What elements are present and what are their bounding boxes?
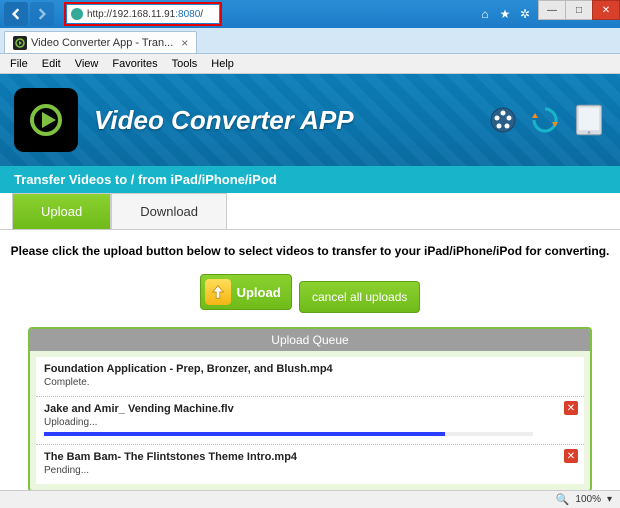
queue-item-status: Uploading... xyxy=(44,417,576,428)
browser-menu-bar: File Edit View Favorites Tools Help xyxy=(0,54,620,74)
browser-tab[interactable]: Video Converter App - Tran... × xyxy=(4,31,197,53)
film-reel-icon xyxy=(488,105,518,135)
queue-item: Jake and Amir_ Vending Machine.flv Upload… xyxy=(36,397,584,445)
menu-help[interactable]: Help xyxy=(205,56,240,72)
address-bar[interactable]: http://192.168.11.91:8080/ xyxy=(67,5,219,23)
menu-favorites[interactable]: Favorites xyxy=(106,56,163,72)
queue-item-name: Foundation Application - Prep, Bronzer, … xyxy=(44,363,576,375)
queue-item-name: Jake and Amir_ Vending Machine.flv xyxy=(44,403,576,415)
browser-tab-row: Video Converter App - Tran... × xyxy=(0,28,620,54)
upload-queue-panel: Upload Queue Foundation Application - Pr… xyxy=(28,327,592,490)
url-prefix: http:// xyxy=(87,9,112,20)
tab-download[interactable]: Download xyxy=(111,193,227,229)
nav-forward-button[interactable] xyxy=(30,2,54,26)
url-path: / xyxy=(200,9,203,20)
url-host: 192.168.11.91 xyxy=(112,9,175,20)
favorites-icon[interactable]: ★ xyxy=(497,6,513,22)
upload-queue-title: Upload Queue xyxy=(30,329,590,351)
window-maximize-button[interactable]: □ xyxy=(565,0,593,20)
tab-upload[interactable]: Upload xyxy=(12,193,111,229)
queue-item-cancel-button[interactable]: ✕ xyxy=(564,449,578,463)
browser-titlebar: http://192.168.11.91:8080/ ⌂ ★ ✲ — □ ✕ xyxy=(0,0,620,28)
home-icon[interactable]: ⌂ xyxy=(477,6,493,22)
app-title: Video Converter APP xyxy=(94,105,354,136)
page-content: Video Converter APP Transfer Videos to /… xyxy=(0,74,620,490)
ipad-icon xyxy=(572,103,606,137)
app-logo-icon xyxy=(14,88,78,152)
queue-item-status: Pending... xyxy=(44,465,576,476)
queue-item-name: The Bam Bam- The Flintstones Theme Intro… xyxy=(44,451,576,463)
upload-button[interactable]: Upload xyxy=(200,274,292,310)
zoom-level: 100% xyxy=(575,494,601,505)
tools-icon[interactable]: ✲ xyxy=(517,6,533,22)
app-banner: Video Converter APP xyxy=(0,74,620,166)
zoom-dropdown-icon[interactable]: ▾ xyxy=(607,494,612,505)
progress-bar xyxy=(44,432,533,436)
menu-tools[interactable]: Tools xyxy=(166,56,204,72)
queue-item-cancel-button[interactable]: ✕ xyxy=(564,401,578,415)
upload-button-label: Upload xyxy=(237,285,281,300)
zoom-icon[interactable]: 🔍 xyxy=(556,493,570,506)
queue-item-status: Complete. xyxy=(44,377,576,388)
globe-icon xyxy=(71,8,83,20)
window-minimize-button[interactable]: — xyxy=(538,0,566,20)
transfer-subtitle: Transfer Videos to / from iPad/iPhone/iP… xyxy=(0,166,620,193)
instruction-text: Please click the upload button below to … xyxy=(0,230,620,268)
cancel-all-button[interactable]: cancel all uploads xyxy=(299,281,420,313)
window-close-button[interactable]: ✕ xyxy=(592,0,620,20)
browser-status-bar: 🔍 100% ▾ xyxy=(0,490,620,508)
menu-file[interactable]: File xyxy=(4,56,34,72)
upload-arrow-icon xyxy=(205,279,231,305)
tab-title: Video Converter App - Tran... xyxy=(31,37,173,49)
tab-favicon-icon xyxy=(13,36,27,50)
queue-item: Foundation Application - Prep, Bronzer, … xyxy=(36,357,584,397)
menu-view[interactable]: View xyxy=(69,56,105,72)
queue-item: The Bam Bam- The Flintstones Theme Intro… xyxy=(36,445,584,484)
nav-back-button[interactable] xyxy=(4,2,28,26)
tab-close-icon[interactable]: × xyxy=(181,36,188,50)
url-port: :8080 xyxy=(175,9,200,20)
menu-edit[interactable]: Edit xyxy=(36,56,67,72)
convert-arrows-icon xyxy=(530,105,560,135)
main-tabs: Upload Download xyxy=(0,193,620,230)
address-bar-highlight: http://192.168.11.91:8080/ xyxy=(64,2,222,26)
